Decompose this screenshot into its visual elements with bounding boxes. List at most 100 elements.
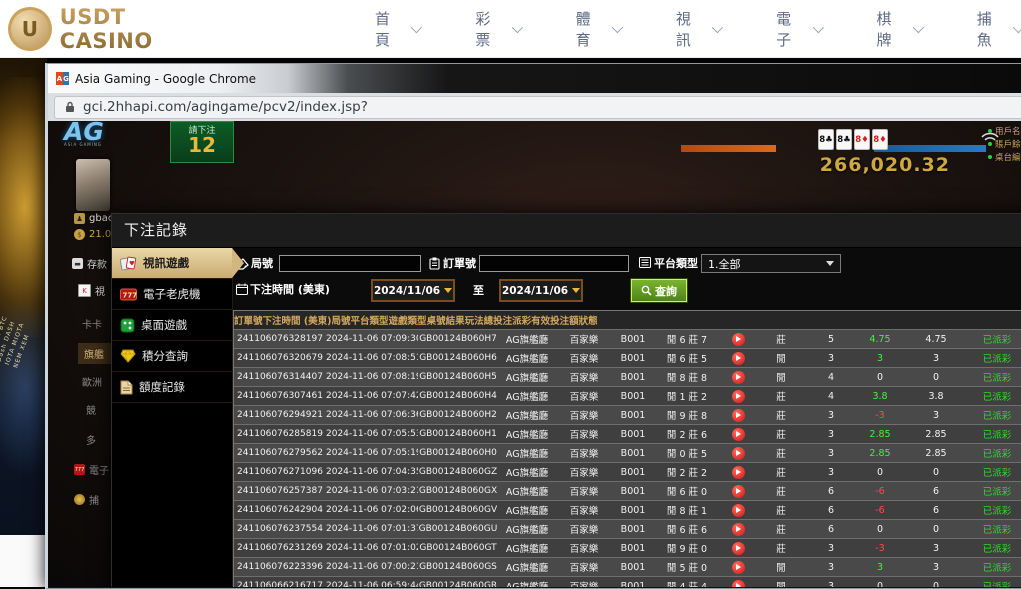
replay-play-icon[interactable]: [732, 466, 745, 479]
order-number-input[interactable]: [479, 255, 629, 272]
lobby-hall-flagship[interactable]: 旗艦: [78, 343, 114, 364]
casino-logo-text: USDT CASINO: [60, 5, 225, 53]
cell-order-id: 241106076314407: [234, 372, 326, 382]
cell-bet-time: 2024-11-06 07:05:19: [326, 448, 418, 458]
window-title-bar: AG Asia Gaming - Google Chrome: [48, 64, 1021, 93]
sidebar-item-credit-records[interactable]: 額度記錄: [112, 372, 232, 403]
replay-play-icon[interactable]: [732, 580, 745, 588]
replay-play-icon[interactable]: [732, 485, 745, 498]
cell-order-id: 241106076231269: [234, 543, 326, 553]
cell-order-id: 241106076294921: [234, 410, 326, 420]
cell-status: 已派彩: [968, 541, 1021, 555]
nav-item[interactable]: 體育: [576, 8, 620, 50]
cell-order-id: 241106076271096: [234, 467, 326, 477]
cell-total-bet: 6: [806, 524, 856, 535]
replay-play-icon[interactable]: [732, 390, 745, 403]
cell-total-bet: 3: [806, 467, 856, 478]
lobby-hall-live[interactable]: 競: [86, 402, 96, 417]
replay-play-icon[interactable]: [732, 333, 745, 346]
replay-play-icon[interactable]: [732, 523, 745, 536]
cell-table-number: B001: [612, 543, 654, 554]
table-row: 241106076328197 2024-11-06 07:09:30 GB00…: [234, 329, 1021, 348]
replay-play-icon[interactable]: [732, 542, 745, 555]
cell-status: 已派彩: [968, 579, 1021, 587]
casino-logo[interactable]: U USDT CASINO: [8, 5, 225, 53]
cell-total-bet: 3: [806, 562, 856, 573]
cell-payout: -3: [856, 543, 904, 554]
sidebar-item-slots[interactable]: 777 電子老虎機: [112, 279, 232, 310]
status-dot: [988, 155, 992, 159]
replay-play-icon[interactable]: [732, 504, 745, 517]
cell-game-type: 百家樂: [556, 579, 612, 587]
nav-item[interactable]: 彩票: [475, 8, 519, 50]
cell-table-number: B001: [612, 505, 654, 516]
playing-card: 8♣: [836, 129, 852, 150]
cell-replay: [720, 333, 756, 346]
cell-result: 閒 0 莊 5: [654, 446, 720, 460]
platform-type-select[interactable]: 1.全部: [701, 254, 841, 273]
cell-replay: [720, 542, 756, 555]
replay-play-icon[interactable]: [732, 447, 745, 460]
lobby-hall-multi[interactable]: 多: [86, 432, 96, 447]
cell-status: 已派彩: [968, 503, 1021, 517]
sidebar-item-table-games[interactable]: 桌面遊戲: [112, 310, 232, 341]
nav-item[interactable]: 捕魚: [977, 8, 1021, 50]
cell-result: 閒 6 莊 0: [654, 484, 720, 498]
replay-play-icon[interactable]: [732, 352, 745, 365]
round-number-input[interactable]: [279, 255, 421, 272]
cell-game-type: 百家樂: [556, 522, 612, 536]
modal-sidebar: ♥ 視訊遊戲 777 電子老虎機 桌面遊戲: [112, 248, 233, 587]
cell-round-number: GB00124B060H0: [418, 448, 498, 458]
nav-item-label: 電子: [776, 8, 805, 50]
cell-valid-bet: 2.85: [904, 448, 968, 459]
cell-table-number: B001: [612, 524, 654, 535]
lobby-tab-video[interactable]: K 視: [78, 283, 105, 298]
replay-play-icon[interactable]: [732, 409, 745, 422]
nav-item[interactable]: 視訊: [676, 8, 720, 50]
table-header-cell: 結果: [446, 313, 465, 327]
cell-valid-bet: 0: [904, 581, 968, 588]
cell-valid-bet: 4.75: [904, 334, 968, 345]
table-row: 241106066216717 2024-11-06 06:59:44 GB00…: [234, 576, 1021, 587]
replay-play-icon[interactable]: [732, 428, 745, 441]
cell-result: 閒 4 莊 4: [654, 579, 720, 587]
cell-play-type: 閒: [756, 579, 806, 587]
cell-valid-bet: 0: [904, 372, 968, 383]
nav-item[interactable]: 首頁: [375, 8, 419, 50]
cell-status: 已派彩: [968, 522, 1021, 536]
nav-item-label: 彩票: [475, 8, 504, 50]
sidebar-item-video-games[interactable]: ♥ 視訊遊戲: [112, 248, 232, 279]
lobby-tab-fishing[interactable]: 捕: [74, 492, 99, 507]
cell-play-type: 莊: [756, 503, 806, 517]
cell-valid-bet: 3: [904, 562, 968, 573]
address-field[interactable]: gci.2hhapi.com/agingame/pcv2/index.jsp?: [54, 96, 1021, 119]
cell-valid-bet: 6: [904, 505, 968, 516]
account-info-label: 用戶名稱: [995, 125, 1021, 137]
replay-play-icon[interactable]: [732, 371, 745, 384]
cell-table-number: B001: [612, 581, 654, 588]
lobby-hall-cagayan[interactable]: 卡卡: [82, 316, 102, 331]
search-button[interactable]: 查詢: [631, 279, 687, 302]
cell-round-number: GB00124B060GV: [418, 505, 498, 515]
cell-table-number: B001: [612, 410, 654, 421]
cell-total-bet: 3: [806, 543, 856, 554]
sidebar-item-points-query[interactable]: 積分查詢: [112, 341, 232, 372]
deposit-button[interactable]: ▬ 存款: [72, 256, 107, 271]
cell-total-bet: 4: [806, 372, 856, 383]
nav-item[interactable]: 電子: [776, 8, 820, 50]
cell-bet-time: 2024-11-06 07:08:19: [326, 372, 418, 382]
cell-platform: AG旗艦廳: [498, 579, 556, 587]
date-to-picker[interactable]: 2024/11/06: [499, 279, 583, 302]
cell-valid-bet: 3.8: [904, 391, 968, 402]
table-row: 241106076242904 2024-11-06 07:02:06 GB00…: [234, 500, 1021, 519]
lobby-hall-europe[interactable]: 歐洲: [82, 374, 102, 389]
money-icon: $: [74, 229, 85, 240]
cell-payout: 3: [856, 562, 904, 573]
order-number-label: 訂單號: [443, 255, 476, 271]
lobby-tab-slots[interactable]: 777 電子: [74, 462, 109, 477]
cell-platform: AG旗艦廳: [498, 427, 556, 441]
date-from-picker[interactable]: 2024/11/06: [371, 279, 455, 302]
table-row: 241106076285819 2024-11-06 07:05:53 GB00…: [234, 424, 1021, 443]
nav-item[interactable]: 棋牌: [876, 8, 920, 50]
replay-play-icon[interactable]: [732, 561, 745, 574]
